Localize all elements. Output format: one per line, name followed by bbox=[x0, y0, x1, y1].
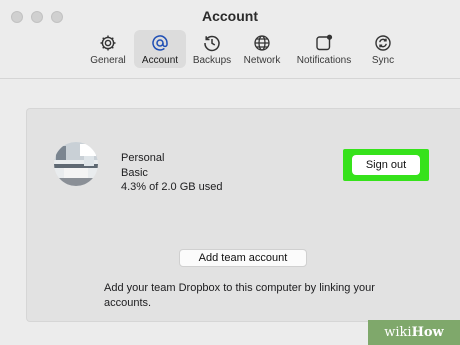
tab-account-label: Account bbox=[141, 55, 179, 66]
tab-network[interactable]: Network bbox=[238, 30, 286, 68]
sync-icon bbox=[375, 35, 391, 51]
tab-notifications[interactable]: Notifications bbox=[286, 30, 362, 68]
title-bar: Account General Account Backups Network … bbox=[0, 0, 460, 79]
preferences-toolbar: General Account Backups Network Notifica… bbox=[82, 30, 404, 70]
notification-badge-icon bbox=[316, 34, 333, 51]
tab-general[interactable]: General bbox=[82, 30, 134, 68]
tab-account[interactable]: Account bbox=[134, 30, 186, 68]
team-description: Add your team Dropbox to this computer b… bbox=[104, 282, 375, 309]
avatar-image bbox=[54, 142, 98, 186]
at-sign-icon bbox=[152, 35, 168, 51]
sign-out-button[interactable]: Sign out bbox=[352, 155, 420, 175]
tab-sync[interactable]: Sync bbox=[362, 30, 404, 68]
gear-icon bbox=[100, 35, 116, 51]
add-team-account-button[interactable]: Add team account bbox=[179, 249, 307, 267]
avatar bbox=[54, 142, 98, 186]
globe-icon bbox=[254, 35, 270, 51]
preferences-window: Account General Account Backups Network … bbox=[0, 0, 460, 345]
tab-sync-label: Sync bbox=[371, 55, 395, 66]
watermark-part2: How bbox=[411, 325, 444, 340]
tab-backups-label: Backups bbox=[192, 55, 232, 66]
clock-history-icon bbox=[204, 35, 220, 52]
account-plan: Basic bbox=[121, 167, 148, 179]
wikihow-watermark: wiki How bbox=[368, 320, 460, 345]
tab-network-label: Network bbox=[243, 55, 281, 66]
storage-usage: 4.3% of 2.0 GB used bbox=[121, 181, 223, 193]
tab-notifications-label: Notifications bbox=[296, 55, 352, 66]
watermark-part1: wiki bbox=[384, 325, 412, 340]
account-name: Personal bbox=[121, 152, 165, 164]
tab-general-label: General bbox=[90, 55, 126, 66]
tab-backups[interactable]: Backups bbox=[186, 30, 238, 68]
window-title: Account bbox=[202, 8, 258, 24]
